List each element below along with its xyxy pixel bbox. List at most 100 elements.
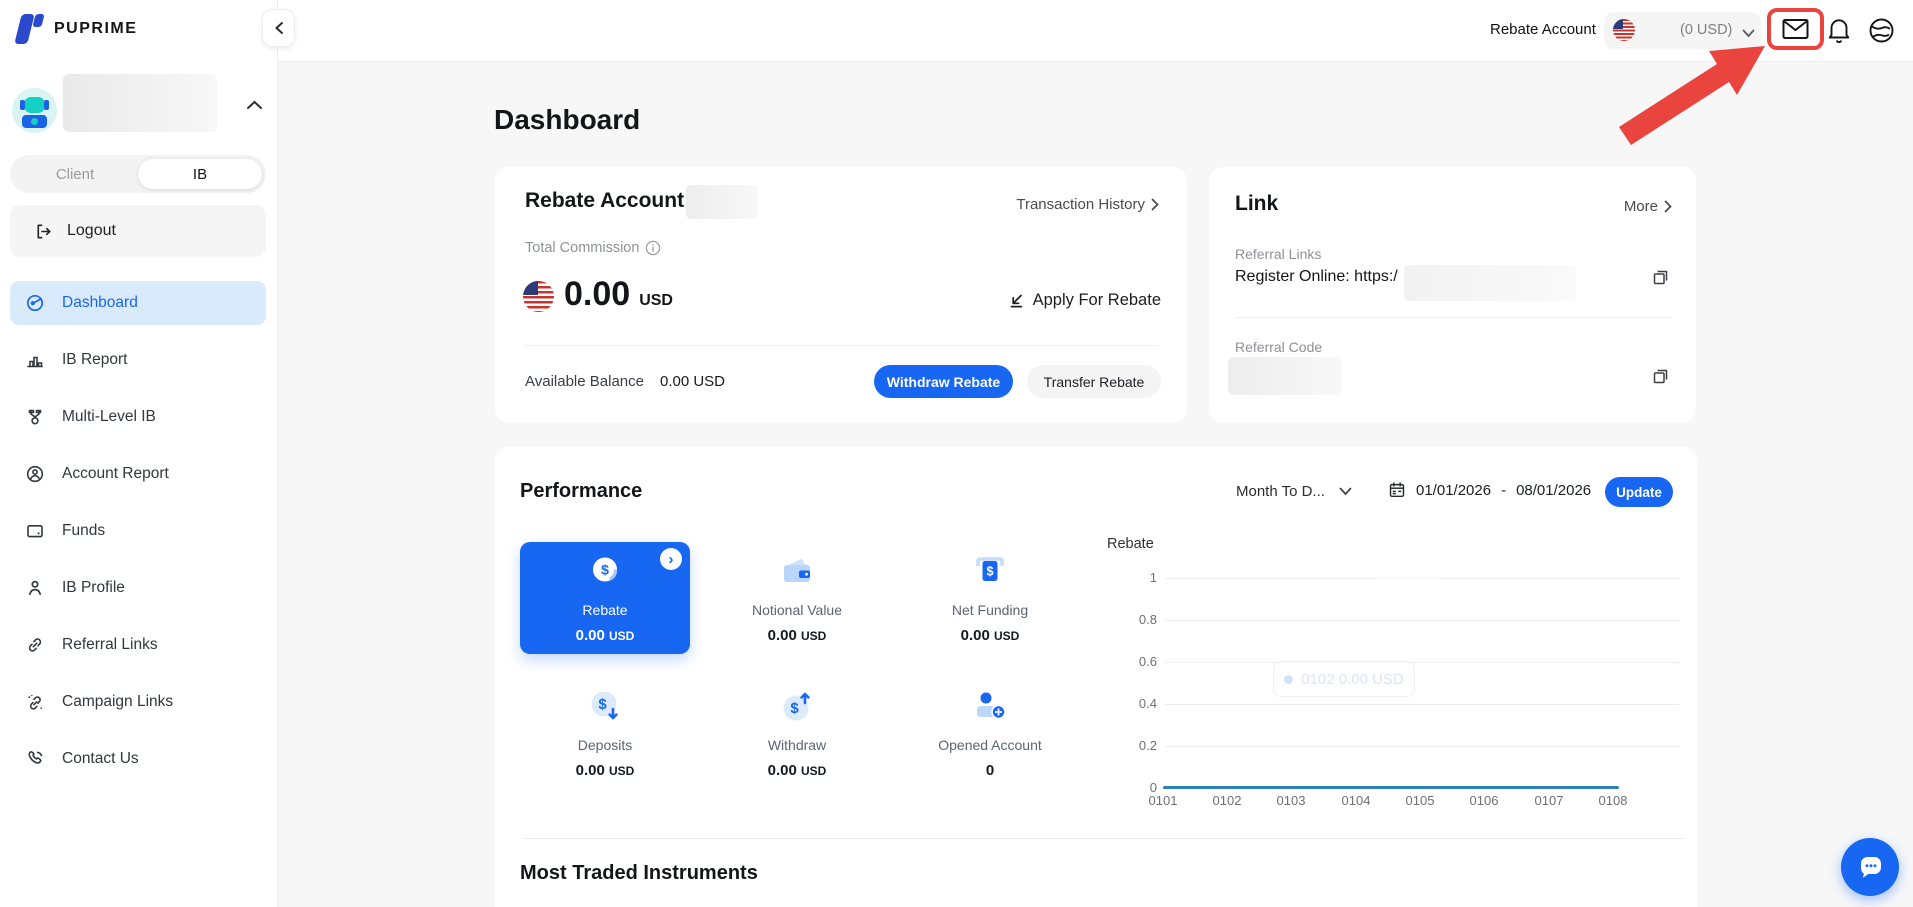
sidebar-item-label: Multi-Level IB	[62, 408, 156, 425]
account-currency-selector[interactable]: (0 USD)	[1604, 12, 1761, 49]
available-balance-value: 0.00 USD	[659, 373, 726, 390]
live-chat-button[interactable]	[1841, 838, 1899, 896]
tile-label: Deposits	[577, 737, 633, 753]
tab-ib[interactable]: IB	[138, 159, 262, 189]
client-ib-toggle: Client IB	[10, 155, 266, 193]
person-circle-icon	[26, 465, 44, 483]
transfer-rebate-button[interactable]: Transfer Rebate	[1027, 365, 1161, 398]
person-icon	[28, 580, 42, 596]
rebate-card-title: Rebate Account	[525, 189, 685, 212]
more-link[interactable]: More	[1624, 198, 1672, 215]
chevron-right-icon	[1664, 200, 1672, 213]
account-balance: (0 USD)	[1680, 22, 1733, 38]
x-axis-tick: 0105	[1405, 793, 1435, 808]
x-axis-tick: 0101	[1148, 793, 1178, 808]
tile-label: Opened Account	[938, 737, 1042, 753]
apply-arrow-icon	[1010, 294, 1022, 307]
chevron-left-icon	[274, 22, 283, 34]
sidebar-item-label: Campaign Links	[62, 693, 174, 710]
globe-icon[interactable]	[1868, 17, 1895, 49]
tile-value: 0.00 USD	[575, 762, 635, 779]
sidebar-item-label: IB Report	[62, 351, 128, 368]
chevron-up-icon[interactable]	[246, 98, 263, 116]
rebate-account-card: Rebate Account Transaction History Total…	[495, 167, 1187, 423]
referral-link-redacted	[1404, 265, 1576, 301]
calendar-icon	[1389, 482, 1405, 498]
x-axis-tick: 0102	[1212, 793, 1242, 808]
sidebar-item-label: Account Report	[62, 465, 169, 482]
sidebar: PUPRIME Client IB Logout Dashboard IB Re…	[0, 0, 278, 907]
perf-tile-withdraw[interactable]: $ Withdraw 0.00 USD	[712, 677, 882, 789]
account-name-redacted	[63, 74, 217, 132]
apply-for-rebate-link[interactable]: Apply For Rebate	[1007, 291, 1161, 310]
sidebar-item-ib-profile[interactable]: IB Profile	[10, 566, 266, 610]
sidebar-collapse-button[interactable]	[262, 9, 295, 47]
sidebar-item-ib-report[interactable]: IB Report	[10, 338, 266, 382]
sidebar-item-contact-us[interactable]: Contact Us	[10, 737, 266, 781]
perf-tile-rebate[interactable]: › $ Rebate 0.00 USD	[520, 542, 690, 654]
sidebar-item-label: Referral Links	[62, 636, 158, 653]
sidebar-item-funds[interactable]: Funds	[10, 509, 266, 553]
withdraw-rebate-button[interactable]: Withdraw Rebate	[874, 365, 1013, 398]
tile-label: Notional Value	[751, 602, 843, 618]
y-axis-tick: 0.8	[1138, 612, 1157, 627]
more-label: More	[1623, 198, 1658, 215]
us-flag-icon	[523, 281, 554, 312]
gridline	[1165, 662, 1679, 663]
copy-icon[interactable]	[1651, 268, 1670, 292]
transaction-history-link[interactable]: Transaction History	[1016, 196, 1159, 213]
tile-value: 0	[985, 762, 995, 779]
sidebar-item-referral-links[interactable]: Referral Links	[10, 623, 266, 667]
perf-tile-opened-account[interactable]: Opened Account 0	[905, 677, 1075, 789]
gridline	[1165, 704, 1679, 705]
tooltip-dot-icon	[1284, 674, 1294, 684]
svg-text:$: $	[987, 565, 994, 579]
mail-highlight-box	[1767, 8, 1824, 50]
account-number-redacted	[686, 185, 758, 219]
update-button[interactable]: Update	[1605, 477, 1673, 507]
tile-value: 0.00 USD	[575, 627, 635, 644]
campaign-link-icon	[28, 694, 42, 710]
sidebar-item-dashboard[interactable]: Dashboard	[10, 281, 266, 325]
sidebar-item-account-report[interactable]: Account Report	[10, 452, 266, 496]
period-select[interactable]: Month To D...	[1236, 483, 1352, 500]
link-card: Link More Referral Links Register Online…	[1209, 167, 1696, 423]
divider	[522, 838, 1685, 839]
chevron-right-icon	[1151, 198, 1159, 211]
tile-value: 0.00 USD	[767, 627, 827, 644]
available-balance-label: Available Balance	[525, 373, 644, 390]
bell-icon[interactable]	[1826, 17, 1852, 50]
topbar: Rebate Account (0 USD)	[278, 0, 1913, 62]
date-range-picker[interactable]: 01/01/2026 - 08/01/2026	[1388, 481, 1591, 499]
x-axis-tick: 0104	[1341, 793, 1371, 808]
tab-client[interactable]: Client	[10, 155, 140, 193]
x-axis-tick: 0107	[1534, 793, 1564, 808]
account-type-label: Rebate Account	[1490, 21, 1596, 38]
svg-text:$: $	[598, 696, 607, 713]
dollar-down-icon: $	[585, 687, 625, 725]
chart-tooltip-fading: 0102 0.00 USD	[1273, 661, 1415, 697]
sidebar-item-label: Contact Us	[62, 750, 139, 767]
chevron-right-circle-icon[interactable]: ›	[660, 548, 682, 570]
sidebar-item-campaign-links[interactable]: Campaign Links	[10, 680, 266, 724]
sidebar-item-multi-level-ib[interactable]: Multi-Level IB	[10, 395, 266, 439]
perf-tile-notional-value[interactable]: Notional Value 0.00 USD	[712, 542, 882, 654]
logout-label: Logout	[67, 222, 116, 239]
dollar-up-icon: $	[777, 687, 817, 725]
referral-code-redacted	[1228, 357, 1341, 395]
info-icon[interactable]	[645, 240, 661, 256]
medal-icon	[28, 409, 42, 425]
date-separator: -	[1501, 481, 1507, 499]
puprime-logo-icon	[14, 11, 46, 47]
sidebar-menu: Dashboard IB Report Multi-Level IB Accou…	[10, 281, 266, 781]
y-axis-tick: 0.4	[1138, 696, 1157, 711]
logout-button[interactable]: Logout	[10, 205, 266, 257]
app-window: PUPRIME Client IB Logout Dashboard IB Re…	[0, 0, 1913, 907]
perf-tile-deposits[interactable]: $ Deposits 0.00 USD	[520, 677, 690, 789]
mail-icon[interactable]	[1782, 18, 1809, 40]
copy-icon[interactable]	[1651, 367, 1670, 391]
perf-tile-net-funding[interactable]: $ Net Funding 0.00 USD	[905, 542, 1075, 654]
sidebar-item-label: Dashboard	[62, 294, 138, 311]
chevron-down-icon	[1742, 25, 1755, 43]
tile-value: 0.00 USD	[960, 627, 1020, 644]
